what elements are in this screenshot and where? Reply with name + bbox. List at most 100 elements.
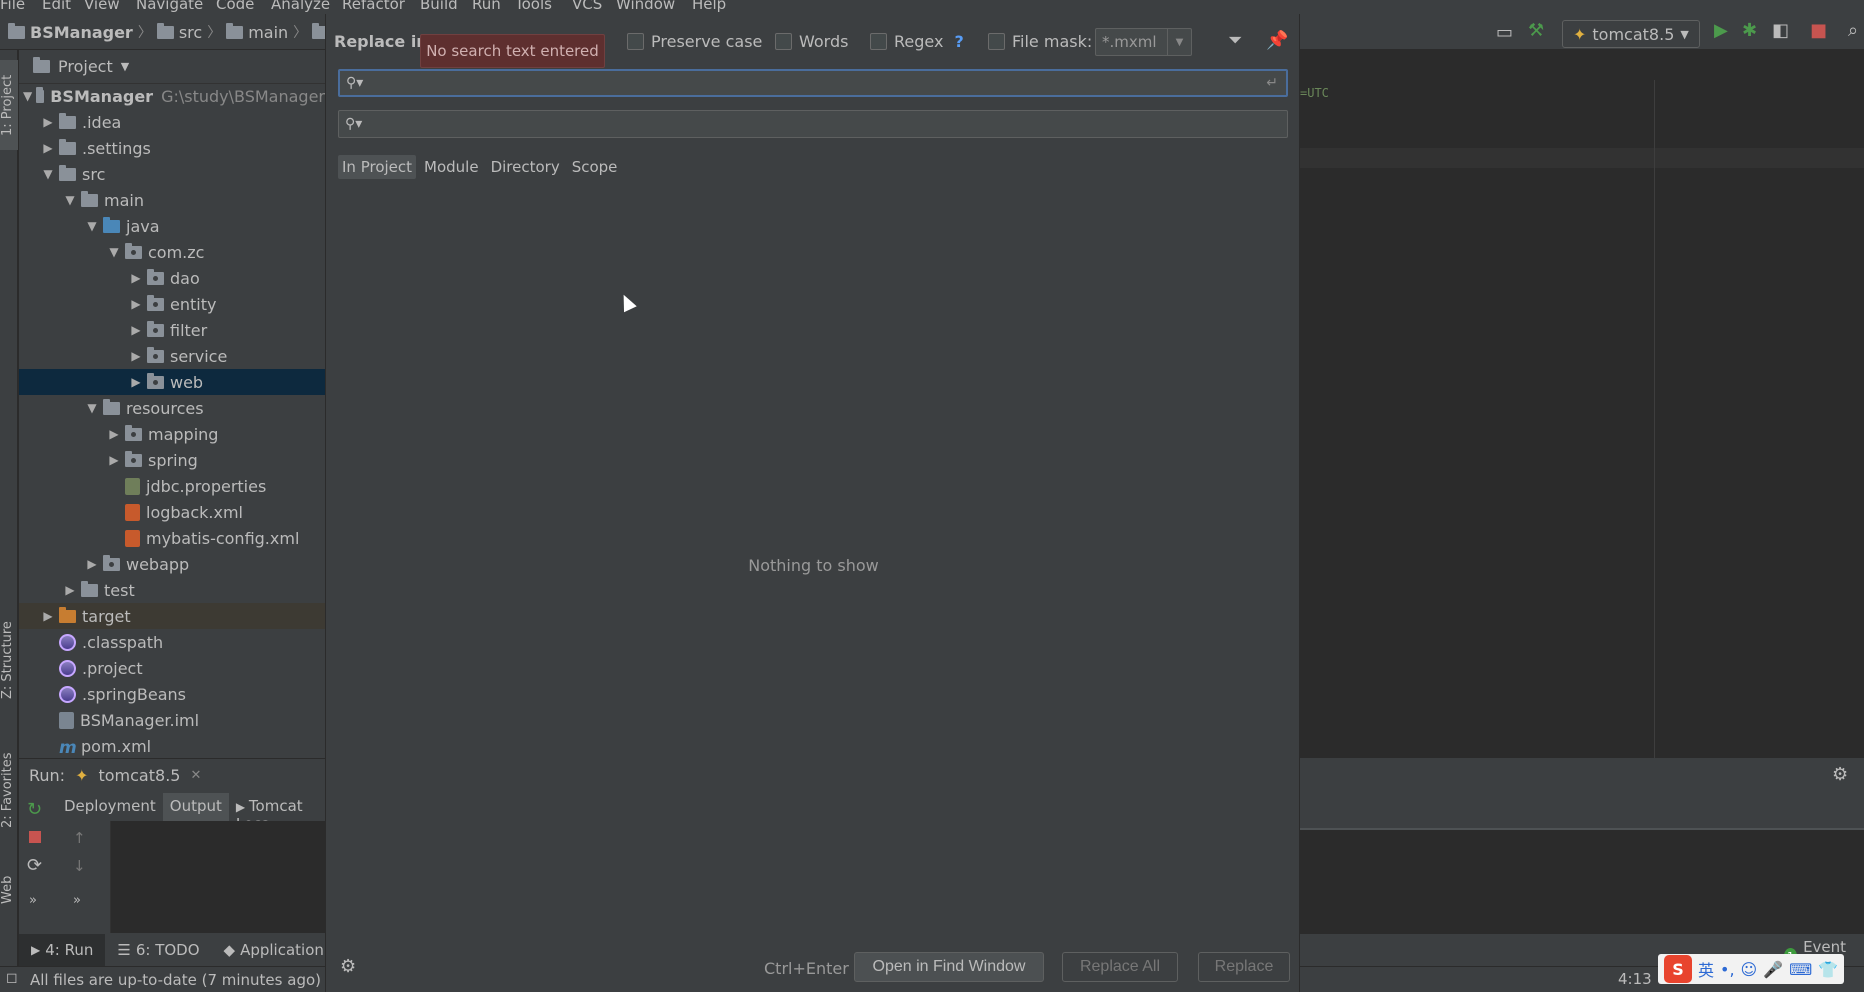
words-checkbox[interactable] bbox=[775, 33, 792, 50]
open-in-find-window-button[interactable]: Open in Find Window bbox=[854, 952, 1044, 982]
search-everywhere-icon[interactable]: ⌕ bbox=[1848, 20, 1858, 41]
tree-item-test[interactable]: ▶ test bbox=[19, 577, 325, 603]
tree-item-target[interactable]: ▶ target bbox=[19, 603, 325, 629]
collapsed-arrow-icon[interactable]: ▶ bbox=[41, 609, 55, 623]
debug-icon[interactable]: ✱ bbox=[1742, 20, 1757, 41]
replace-history-icon[interactable]: ⚲▾ bbox=[345, 116, 362, 132]
words-option[interactable]: Words bbox=[775, 32, 848, 51]
regex-option[interactable]: Regex ? bbox=[870, 32, 964, 51]
replace-button[interactable]: Replace bbox=[1198, 952, 1290, 982]
menu-file[interactable]: File bbox=[0, 0, 25, 13]
tab-structure[interactable]: Z: Structure bbox=[0, 620, 18, 700]
tree-item-web[interactable]: ▶ web bbox=[19, 369, 325, 395]
tree-item-bsmanager[interactable]: ▼ BSManager G:\study\BSManager bbox=[19, 83, 325, 109]
breadcrumb-project[interactable]: BSManager bbox=[30, 23, 133, 42]
collapsed-arrow-icon[interactable]: ▶ bbox=[129, 323, 143, 337]
tree-item-idea[interactable]: ▶ .idea bbox=[19, 109, 325, 135]
tab-web[interactable]: Web bbox=[0, 870, 18, 910]
run-output[interactable] bbox=[111, 821, 325, 933]
collapsed-arrow-icon[interactable]: ▶ bbox=[129, 375, 143, 389]
tree-item-project[interactable]: .project bbox=[19, 655, 325, 681]
tab-deployment[interactable]: Deployment bbox=[57, 793, 163, 821]
tree-item-pom[interactable]: m pom.xml bbox=[19, 733, 325, 759]
tree-item-resources[interactable]: ▼ resources bbox=[19, 395, 325, 421]
replace-all-button[interactable]: Replace All bbox=[1062, 952, 1178, 982]
tree-item-mybatis-config-xml[interactable]: mybatis-config.xml bbox=[19, 525, 325, 551]
expanded-arrow-icon[interactable]: ▼ bbox=[85, 401, 99, 415]
breadcrumb-src[interactable]: src bbox=[179, 23, 202, 42]
run-config-tab[interactable]: tomcat8.5 bbox=[98, 766, 180, 785]
run-icon[interactable]: ▶ bbox=[1714, 20, 1728, 41]
microphone-icon[interactable]: 🎤 bbox=[1763, 960, 1783, 979]
menu-analyze[interactable]: Analyze bbox=[271, 0, 330, 13]
collapsed-arrow-icon[interactable]: ▶ bbox=[63, 583, 77, 597]
pin-icon[interactable]: 📌 bbox=[1266, 30, 1288, 51]
breadcrumb-main[interactable]: main bbox=[248, 23, 288, 42]
menu-build[interactable]: Build bbox=[420, 0, 458, 13]
tree-item-logback-xml[interactable]: logback.xml bbox=[19, 499, 325, 525]
project-view-selector[interactable]: Project bbox=[58, 57, 113, 76]
menu-window[interactable]: Window bbox=[616, 0, 675, 13]
ime-toolbar[interactable]: S 英 •, ☺ 🎤 ⌨ 👕 bbox=[1658, 954, 1845, 984]
tree-item-spring[interactable]: ▶ spring bbox=[19, 447, 325, 473]
more-icon[interactable]: » bbox=[73, 893, 81, 908]
tree-item-com-zc[interactable]: ▼ com.zc bbox=[19, 239, 325, 265]
punctuation-icon[interactable]: •, bbox=[1720, 960, 1735, 979]
tree-item-springbeans[interactable]: .springBeans bbox=[19, 681, 325, 707]
tree-item-classpath[interactable]: .classpath bbox=[19, 629, 325, 655]
chevron-down-icon[interactable]: ▼ bbox=[1167, 29, 1191, 55]
menu-code[interactable]: Code bbox=[216, 0, 254, 13]
tab-tomcat-log[interactable]: ▶ Tomcat Loca bbox=[229, 793, 325, 833]
preserve-case-checkbox[interactable] bbox=[627, 33, 644, 50]
coverage-icon[interactable]: ◧ bbox=[1772, 20, 1789, 41]
menu-vcs[interactable]: VCS bbox=[572, 0, 602, 13]
update-icon[interactable]: ⟳ bbox=[27, 855, 42, 876]
collapsed-arrow-icon[interactable]: ▶ bbox=[129, 271, 143, 285]
collapsed-arrow-icon[interactable]: ▶ bbox=[129, 297, 143, 311]
replace-input[interactable] bbox=[362, 111, 1287, 137]
stop-icon[interactable] bbox=[29, 831, 41, 843]
tree-item-service[interactable]: ▶ service bbox=[19, 343, 325, 369]
expanded-arrow-icon[interactable]: ▼ bbox=[23, 89, 32, 103]
menu-help[interactable]: Help bbox=[692, 0, 726, 13]
file-mask-combo[interactable]: *.mxml ▼ bbox=[1095, 28, 1192, 56]
tree-item-filter[interactable]: ▶ filter bbox=[19, 317, 325, 343]
menu-navigate[interactable]: Navigate bbox=[136, 0, 203, 13]
tree-item-webapp[interactable]: ▶ webapp bbox=[19, 551, 325, 577]
collapsed-arrow-icon[interactable]: ▶ bbox=[41, 115, 55, 129]
tab-run[interactable]: ▶ 4: Run bbox=[19, 934, 106, 966]
scope-in-project[interactable]: In Project bbox=[338, 155, 417, 179]
collapsed-arrow-icon[interactable]: ▶ bbox=[85, 557, 99, 571]
emoji-icon[interactable]: ☺ bbox=[1741, 960, 1758, 979]
expanded-arrow-icon[interactable]: ▼ bbox=[63, 193, 77, 207]
menu-tools[interactable]: Tools bbox=[515, 0, 552, 13]
tab-project[interactable]: 1: Project bbox=[0, 60, 18, 150]
menu-view[interactable]: View bbox=[84, 0, 120, 13]
tree-item-java[interactable]: ▼ java bbox=[19, 213, 325, 239]
close-icon[interactable]: ✕ bbox=[190, 768, 201, 783]
tab-todo[interactable]: ☰ 6: TODO bbox=[105, 934, 211, 966]
skin-icon[interactable]: 👕 bbox=[1818, 960, 1838, 979]
settings-gear-icon[interactable]: ⚙ bbox=[340, 956, 356, 977]
ime-language[interactable]: 英 bbox=[1698, 957, 1714, 981]
menu-run[interactable]: Run bbox=[472, 0, 501, 13]
keyboard-icon[interactable]: ⌨ bbox=[1789, 960, 1812, 979]
scope-module[interactable]: Module bbox=[420, 155, 483, 179]
scope-directory[interactable]: Directory bbox=[487, 155, 564, 179]
search-history-icon[interactable]: ⚲▾ bbox=[346, 75, 363, 91]
editor-area[interactable]: =UTC bbox=[1300, 80, 1864, 758]
tree-item-main[interactable]: ▼ main bbox=[19, 187, 325, 213]
settings-gear-icon[interactable]: ⚙ bbox=[1832, 764, 1848, 785]
tab-application[interactable]: ◆ Application bbox=[212, 934, 336, 966]
menu-edit[interactable]: Edit bbox=[42, 0, 71, 13]
chevron-down-icon[interactable]: ▼ bbox=[121, 60, 129, 73]
search-input[interactable] bbox=[363, 71, 1267, 95]
tree-item-jdbc-properties[interactable]: jdbc.properties bbox=[19, 473, 325, 499]
tree-item-entity[interactable]: ▶ entity bbox=[19, 291, 325, 317]
collapsed-arrow-icon[interactable]: ▶ bbox=[107, 453, 121, 467]
expanded-arrow-icon[interactable]: ▼ bbox=[107, 245, 121, 259]
build-hammer-icon[interactable]: ⚒ bbox=[1528, 20, 1544, 41]
caret-position[interactable]: 4:13 bbox=[1618, 970, 1652, 988]
file-mask-checkbox[interactable] bbox=[988, 33, 1005, 50]
search-field[interactable]: ⚲▾ ↵ bbox=[338, 69, 1288, 97]
